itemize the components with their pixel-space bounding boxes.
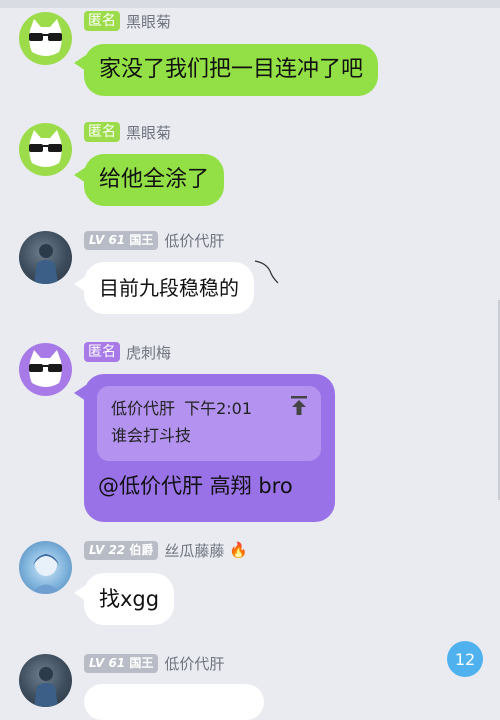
- level-title: 伯爵: [129, 542, 154, 557]
- message-bubble[interactable]: 家没了我们把一目连冲了吧: [84, 44, 379, 96]
- cat-sunglasses-icon: [29, 130, 62, 167]
- flame-icon: 🔥: [229, 541, 249, 559]
- avatar[interactable]: [19, 231, 72, 284]
- sender-name[interactable]: 虎刺梅: [126, 342, 171, 363]
- anonymous-badge: 匿名: [84, 11, 120, 31]
- sender-name[interactable]: 低价代肝: [164, 230, 224, 251]
- person-photo-icon: [34, 244, 58, 284]
- message-bubble[interactable]: 找xgg: [84, 573, 175, 625]
- quote-text: 谁会打斗技: [111, 426, 192, 445]
- person-photo-icon: [34, 667, 58, 707]
- level-title: 国王: [129, 655, 154, 670]
- quoted-message[interactable]: 低价代肝 下午2:01 谁会打斗技: [97, 386, 321, 461]
- message-bubble[interactable]: 目前九段稳稳的: [84, 262, 254, 314]
- message-bubble[interactable]: [84, 684, 264, 720]
- level-text: LV 61: [89, 655, 126, 670]
- avatar[interactable]: [19, 541, 72, 594]
- top-status-strip: [0, 0, 500, 8]
- sender-name[interactable]: 黑眼菊: [126, 11, 171, 32]
- message-bubble[interactable]: 给他全涂了: [84, 154, 225, 206]
- avatar[interactable]: [19, 123, 72, 176]
- anonymous-badge: 匿名: [84, 122, 120, 142]
- avatar[interactable]: [19, 12, 72, 65]
- level-text: LV 61: [89, 232, 126, 247]
- sender-name[interactable]: 黑眼菊: [126, 122, 171, 143]
- unread-count-badge[interactable]: 12: [447, 641, 483, 677]
- message-text: @低价代肝 高翔 bro: [98, 474, 293, 498]
- level-badge: LV 61 国王: [84, 653, 159, 673]
- avatar[interactable]: [19, 343, 72, 396]
- avatar[interactable]: [19, 654, 72, 707]
- sender-name[interactable]: 丝瓜藤藤: [164, 540, 224, 561]
- jump-to-message-icon[interactable]: [291, 396, 307, 416]
- cat-sunglasses-icon: [29, 19, 62, 56]
- level-badge: LV 22 伯爵: [84, 540, 159, 560]
- level-text: LV 22: [89, 542, 126, 557]
- message-bubble[interactable]: 低价代肝 下午2:01 谁会打斗技 @低价代肝 高翔 bro: [84, 374, 335, 522]
- quote-time: 下午2:01: [184, 399, 253, 418]
- level-title: 国王: [129, 232, 154, 247]
- sender-name[interactable]: 低价代肝: [164, 653, 224, 674]
- cat-sunglasses-icon: [29, 350, 62, 387]
- bubble-decoration-icon: [254, 260, 279, 284]
- quote-author: 低价代肝: [111, 399, 176, 418]
- level-badge: LV 61 国王: [84, 230, 159, 250]
- anime-avatar-icon: [31, 554, 61, 594]
- anonymous-badge: 匿名: [84, 342, 120, 362]
